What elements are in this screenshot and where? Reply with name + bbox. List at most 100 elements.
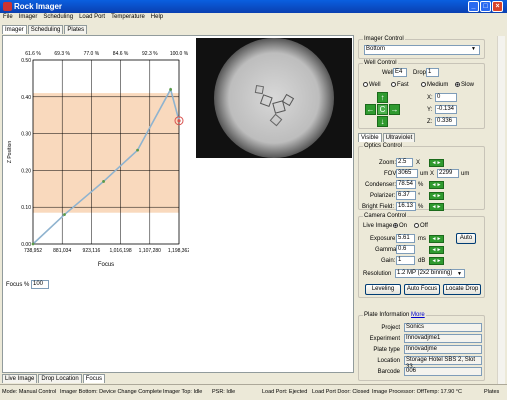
more-link[interactable]: More [411, 312, 425, 318]
tab-imager[interactable]: Imager [2, 25, 27, 34]
move-down-icon[interactable]: ↓ [377, 116, 388, 127]
well-control-group: Well Control Well E4 Drop 1 Well Fast Me… [358, 60, 485, 129]
maximize-icon[interactable]: □ [480, 1, 491, 12]
menu-imager[interactable]: Imager [16, 13, 41, 20]
data-point [63, 213, 66, 216]
plate-info-key: Project [381, 325, 400, 331]
live-off-radio[interactable] [414, 223, 419, 228]
menu-help[interactable]: Help [148, 13, 166, 20]
resolution-chevron-icon[interactable]: ▼ [457, 271, 462, 277]
move-right-icon[interactable]: → [389, 104, 400, 115]
condenser-field[interactable]: 78.54 [396, 180, 416, 189]
plate-info-title: Plate Information [364, 312, 410, 318]
imager-select[interactable]: Bottom [364, 45, 480, 55]
plate-info-value: 006 [404, 367, 482, 376]
view-tabs: Live Image Drop Location Focus [2, 374, 106, 383]
leveling-button[interactable]: Leveling [365, 284, 401, 295]
status-bar: Mode: Manual Control Imager Bottom: Devi… [0, 384, 507, 400]
well-field[interactable]: E4 [393, 68, 407, 77]
top-tick-label: 100.0 % [170, 51, 189, 57]
focus-chart: 738,952 61.6 % 881,034 69.3 % 923,116 77.0 % 1… [3, 44, 189, 282]
vertical-scrollbar[interactable] [497, 36, 505, 384]
gain-arrows-icon[interactable]: ◄► [429, 257, 444, 265]
z-label: Z: [427, 119, 433, 125]
data-point [169, 88, 173, 91]
polarizer-arrows-icon[interactable]: ◄► [429, 192, 444, 200]
gain-label: Gain: [381, 258, 396, 264]
menu-file[interactable]: File [0, 13, 16, 20]
tab-ultraviolet[interactable]: Ultraviolet [382, 133, 416, 142]
brightfield-field[interactable]: 16.13 [396, 202, 416, 211]
y-label: Y: [427, 107, 433, 113]
speed-slow-radio[interactable] [455, 82, 460, 87]
exposure-field[interactable]: 5.61 [396, 234, 415, 243]
plate-info-value: Innovadjme [404, 345, 482, 354]
zoom-arrows-icon[interactable]: ◄► [429, 159, 444, 167]
polarizer-label: Polarizer: [370, 193, 396, 199]
auto-exposure-button[interactable]: Auto [456, 233, 476, 244]
polarizer-field[interactable]: 6.37 [396, 191, 416, 200]
move-up-icon[interactable]: ↑ [377, 92, 388, 103]
polarizer-unit: ° [418, 193, 421, 199]
y-tick-label: 0.50 [21, 58, 31, 64]
status-image-processor: Image Processor: Off [372, 389, 424, 395]
center-button[interactable]: C [377, 104, 388, 115]
y-tick-label: 0.20 [21, 168, 31, 174]
locate-drop-button[interactable]: Locate Drop [443, 284, 481, 295]
drop-label: Drop [413, 70, 427, 76]
fov-width-field[interactable]: 3065 [396, 169, 418, 178]
auto-focus-button[interactable]: Auto Focus [404, 284, 440, 295]
fov-width-unit: um [420, 171, 429, 177]
current-focus-point [177, 119, 181, 123]
top-tick-label: 92.3 % [142, 51, 158, 57]
drop-stepper[interactable]: 1 [426, 68, 439, 77]
chevron-down-icon[interactable]: ▼ [471, 46, 476, 52]
close-icon[interactable]: × [492, 1, 503, 12]
menu-scheduling[interactable]: Scheduling [40, 13, 76, 20]
data-point [31, 242, 35, 246]
focus-percent-label: Focus % [6, 282, 30, 288]
camera-control-legend: Camera Control [363, 213, 408, 219]
minimize-icon[interactable]: _ [468, 1, 479, 12]
status-load-port: Load Port: Ejected [262, 389, 308, 395]
tab-visible[interactable]: Visible [358, 133, 382, 142]
tab-drop-location[interactable]: Drop Location [38, 374, 82, 383]
live-on-radio[interactable] [393, 223, 398, 228]
gain-field[interactable]: 1 [396, 256, 415, 265]
condenser-label: Condenser: [365, 182, 397, 188]
tab-focus[interactable]: Focus [82, 374, 106, 383]
zoom-label: Zoom: [379, 160, 397, 166]
z-field[interactable]: 0.336 [435, 117, 457, 126]
zoom-unit: X [416, 160, 421, 166]
gamma-field[interactable]: 0.6 [396, 245, 415, 254]
top-tick-label: 77.0 % [84, 51, 100, 57]
menu-load-port[interactable]: Load Port [76, 13, 108, 20]
speed-medium-radio[interactable] [421, 82, 426, 87]
x-field[interactable]: 0 [435, 93, 457, 102]
tab-live-image[interactable]: Live Image [2, 374, 38, 383]
data-point [102, 180, 105, 183]
well-control-legend: Well Control [363, 60, 398, 66]
tab-scheduling[interactable]: Scheduling [27, 25, 64, 34]
speed-fast-radio[interactable] [391, 82, 396, 87]
brightfield-label: Bright Field: [362, 204, 395, 210]
status-imager-top: Imager Top: Idle [163, 389, 203, 395]
menu-temperature[interactable]: Temperature [108, 13, 148, 20]
camera-control-group: Camera Control Live Image On Off Exposur… [358, 213, 485, 298]
condenser-arrows-icon[interactable]: ◄► [429, 181, 444, 189]
fov-height-field[interactable]: 2299 [437, 169, 459, 178]
exposure-arrows-icon[interactable]: ◄► [429, 235, 444, 243]
gamma-arrows-icon[interactable]: ◄► [429, 246, 444, 254]
top-tick-label: 69.3 % [54, 51, 70, 57]
brightfield-arrows-icon[interactable]: ◄► [429, 203, 444, 211]
resolution-select[interactable]: 1.2 MP (2x2 binning) [395, 269, 465, 278]
speed-well-radio[interactable] [363, 82, 368, 87]
gamma-label: Gamma: [375, 247, 399, 253]
focus-percent-field[interactable]: 100 [31, 280, 49, 289]
move-left-icon[interactable]: ← [365, 104, 376, 115]
tab-plates[interactable]: Plates [64, 25, 88, 34]
main-tabs: Imager Scheduling Plates [2, 25, 88, 34]
y-field[interactable]: -0.134 [435, 105, 457, 114]
plate-info-value: Innovadjme1 [404, 334, 482, 343]
zoom-field[interactable]: 2.5 [396, 158, 413, 167]
